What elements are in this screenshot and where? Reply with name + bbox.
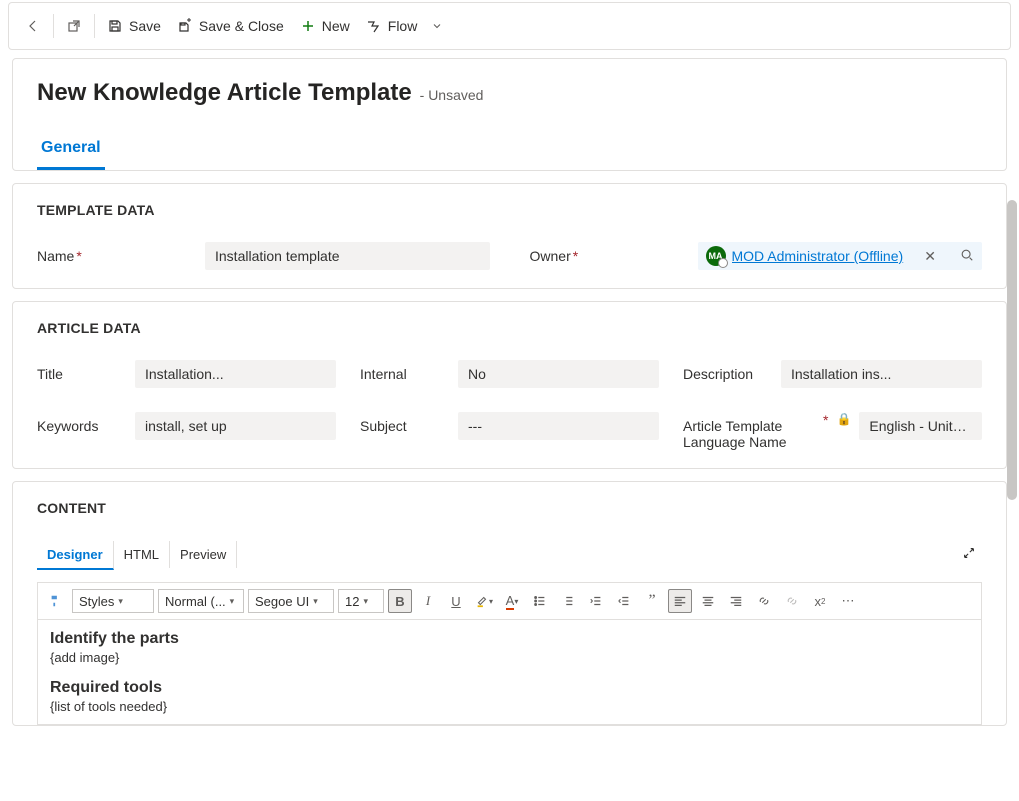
font-size-select[interactable]: 12▾: [338, 589, 384, 613]
save-button[interactable]: Save: [99, 10, 169, 42]
scrollbar[interactable]: [1007, 200, 1017, 500]
field-title: Title Installation...: [37, 360, 336, 388]
tab-designer[interactable]: Designer: [37, 541, 114, 570]
description-input[interactable]: Installation ins...: [781, 360, 982, 388]
template-data-section: TEMPLATE DATA Name* Installation templat…: [12, 183, 1007, 289]
field-internal: Internal No: [360, 360, 659, 388]
editor-body[interactable]: Identify the parts {add image} Required …: [38, 620, 981, 724]
title-input[interactable]: Installation...: [135, 360, 336, 388]
font-select[interactable]: Segoe UI▾: [248, 589, 334, 613]
font-color-button[interactable]: A▾: [500, 589, 524, 613]
format-select[interactable]: Normal (...▾: [158, 589, 244, 613]
field-subject: Subject ---: [360, 412, 659, 450]
bullet-list-button[interactable]: [528, 589, 552, 613]
back-button[interactable]: [17, 10, 49, 42]
new-label: New: [322, 18, 350, 34]
content-placeholder: {add image}: [50, 650, 969, 665]
format-painter-button[interactable]: [44, 589, 68, 613]
more-button[interactable]: ⋯: [836, 589, 860, 613]
outdent-button[interactable]: [584, 589, 608, 613]
name-input[interactable]: Installation template: [205, 242, 490, 270]
lock-icon: 🔒: [836, 412, 851, 426]
owner-label: Owner*: [530, 248, 690, 264]
internal-input[interactable]: No: [458, 360, 659, 388]
arrow-left-icon: [25, 18, 41, 34]
flow-button[interactable]: Flow: [358, 10, 454, 42]
chevron-down-icon: [429, 18, 445, 34]
editor-toolbar: Styles▾ Normal (...▾ Segoe UI▾ 12▾ B I U…: [38, 583, 981, 620]
popout-icon: [66, 18, 82, 34]
save-label: Save: [129, 18, 161, 34]
align-center-button[interactable]: [696, 589, 720, 613]
field-owner: Owner* MA MOD Administrator (Offline) ✕: [530, 242, 983, 270]
content-heading: Identify the parts: [50, 630, 969, 648]
content-section: CONTENT Designer HTML Preview Styles▾ No…: [12, 481, 1007, 726]
subject-input[interactable]: ---: [458, 412, 659, 440]
blockquote-button[interactable]: ”: [640, 589, 664, 613]
separator: [94, 14, 95, 38]
section-title: TEMPLATE DATA: [37, 202, 982, 218]
avatar: MA: [706, 246, 726, 266]
required-indicator: *: [573, 248, 578, 264]
number-list-button[interactable]: [556, 589, 580, 613]
indent-button[interactable]: [612, 589, 636, 613]
new-button[interactable]: New: [292, 10, 358, 42]
highlight-button[interactable]: ▾: [472, 589, 496, 613]
save-close-icon: [177, 18, 193, 34]
subject-label: Subject: [360, 412, 450, 434]
owner-lookup[interactable]: MA MOD Administrator (Offline) ✕: [698, 242, 983, 270]
save-close-label: Save & Close: [199, 18, 284, 34]
separator: [53, 14, 54, 38]
name-label: Name*: [37, 248, 197, 264]
styles-select[interactable]: Styles▾: [72, 589, 154, 613]
tab-preview[interactable]: Preview: [170, 541, 237, 568]
rich-editor: Styles▾ Normal (...▾ Segoe UI▾ 12▾ B I U…: [37, 582, 982, 725]
internal-label: Internal: [360, 360, 450, 382]
search-icon[interactable]: [960, 248, 974, 265]
language-label: Article Template Language Name: [683, 412, 813, 450]
expand-icon[interactable]: [956, 540, 982, 569]
page-title: New Knowledge Article Template: [37, 79, 412, 106]
page-status: - Unsaved: [420, 87, 484, 103]
header-card: New Knowledge Article Template - Unsaved…: [12, 58, 1007, 171]
keywords-input[interactable]: install, set up: [135, 412, 336, 440]
required-indicator: *: [76, 248, 81, 264]
popout-button[interactable]: [58, 10, 90, 42]
link-button[interactable]: [752, 589, 776, 613]
article-data-section: ARTICLE DATA Title Installation... Inter…: [12, 301, 1007, 469]
field-language: Article Template Language Name * 🔒 Engli…: [683, 412, 982, 450]
unlink-button[interactable]: [780, 589, 804, 613]
bold-button[interactable]: B: [388, 589, 412, 613]
align-right-button[interactable]: [724, 589, 748, 613]
tab-html[interactable]: HTML: [114, 541, 170, 568]
content-heading: Required tools: [50, 679, 969, 697]
field-description: Description Installation ins...: [683, 360, 982, 388]
flow-label: Flow: [388, 18, 418, 34]
description-label: Description: [683, 360, 773, 382]
save-icon: [107, 18, 123, 34]
superscript-button[interactable]: x2: [808, 589, 832, 613]
title-label: Title: [37, 360, 127, 382]
field-keywords: Keywords install, set up: [37, 412, 336, 450]
keywords-label: Keywords: [37, 412, 127, 434]
save-close-button[interactable]: Save & Close: [169, 10, 292, 42]
flow-icon: [366, 18, 382, 34]
tab-general[interactable]: General: [37, 139, 105, 170]
language-input[interactable]: English - Unite...: [859, 412, 982, 440]
section-title: ARTICLE DATA: [37, 320, 982, 336]
section-title: CONTENT: [37, 500, 982, 516]
italic-button[interactable]: I: [416, 589, 440, 613]
plus-icon: [300, 18, 316, 34]
clear-icon[interactable]: ✕: [924, 248, 936, 265]
align-left-button[interactable]: [668, 589, 692, 613]
content-placeholder: {list of tools needed}: [50, 699, 969, 714]
owner-link[interactable]: MOD Administrator (Offline): [732, 248, 919, 264]
underline-button[interactable]: U: [444, 589, 468, 613]
field-name: Name* Installation template: [37, 242, 490, 270]
form-tabs: General: [37, 139, 982, 170]
required-indicator: *: [823, 412, 828, 428]
command-bar: Save Save & Close New Flow: [8, 2, 1011, 50]
content-tabs: Designer HTML Preview: [37, 540, 982, 570]
